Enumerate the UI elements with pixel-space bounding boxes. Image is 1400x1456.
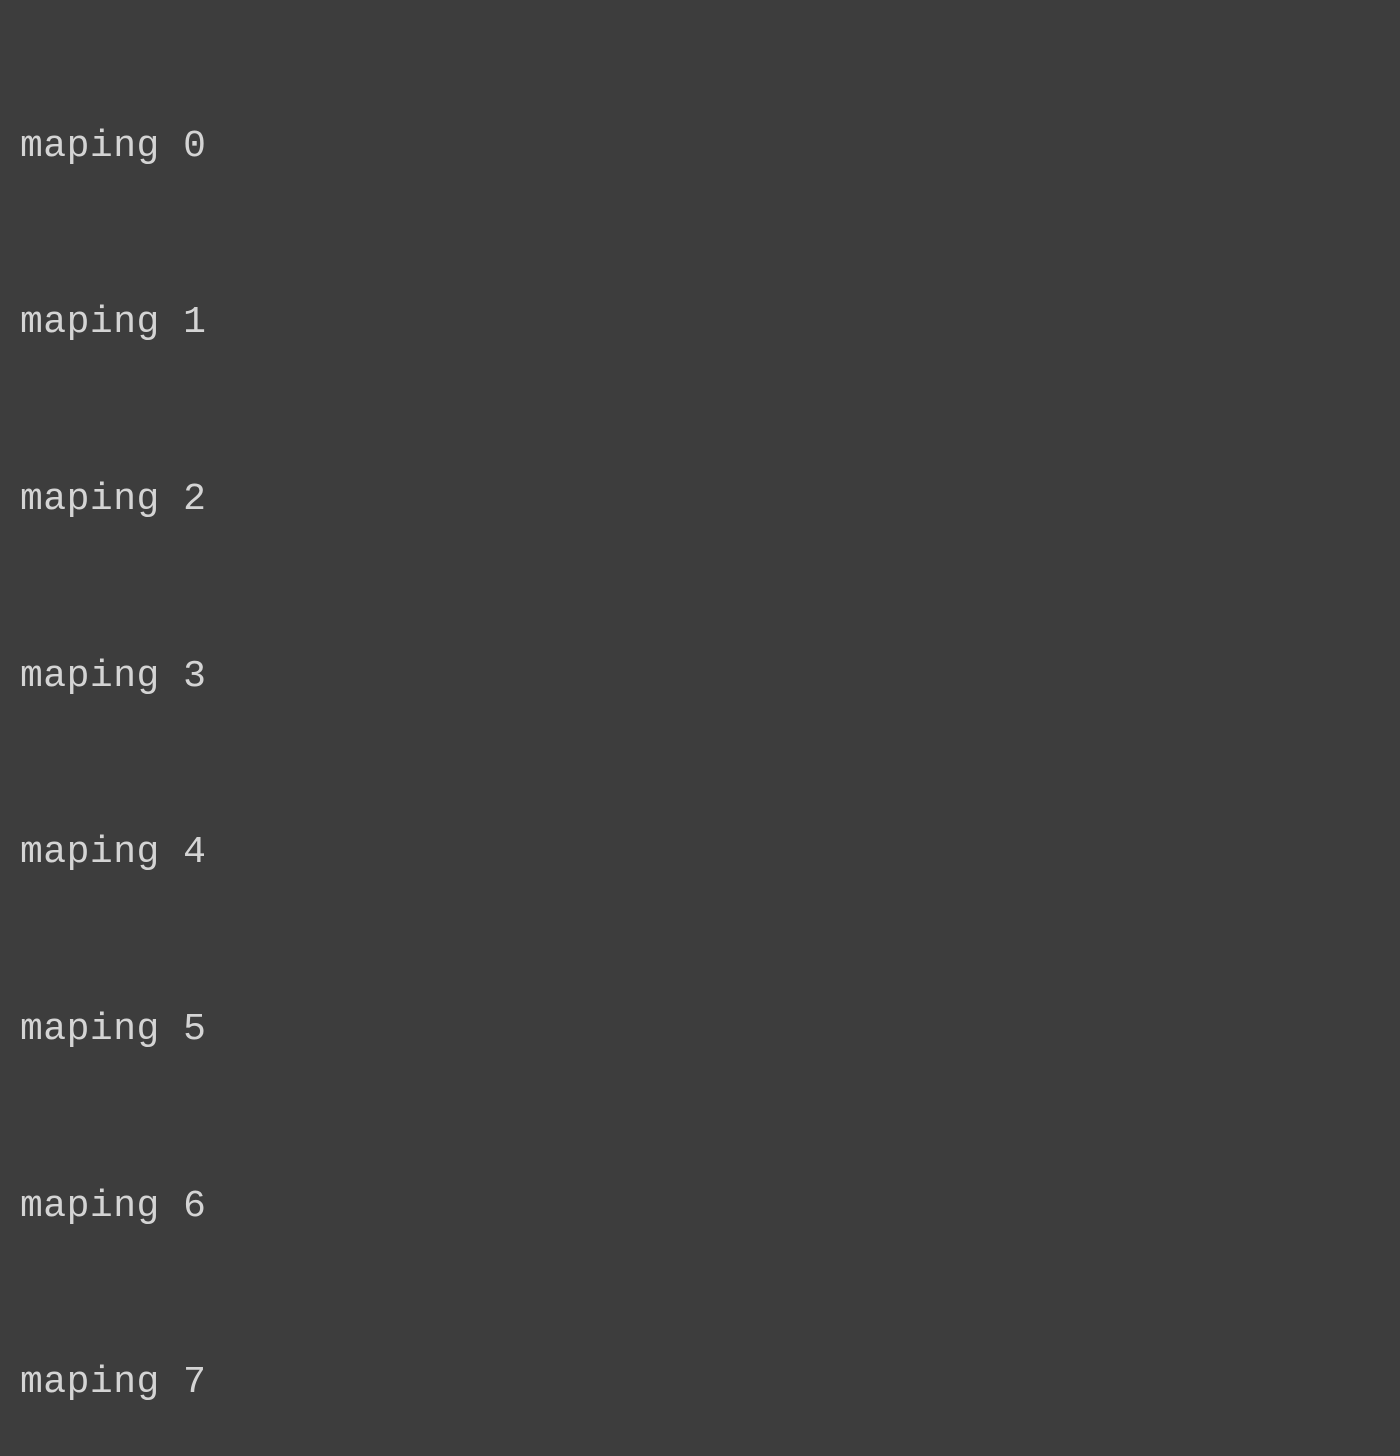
output-line: maping 4: [20, 824, 1380, 883]
output-line: maping 0: [20, 118, 1380, 177]
output-line: maping 2: [20, 471, 1380, 530]
console-output: maping 0 maping 1 maping 2 maping 3 mapi…: [20, 0, 1380, 1456]
output-line: maping 3: [20, 648, 1380, 707]
output-line: maping 6: [20, 1178, 1380, 1237]
output-line: maping 1: [20, 294, 1380, 353]
output-line: maping 5: [20, 1001, 1380, 1060]
output-line: maping 7: [20, 1354, 1380, 1413]
